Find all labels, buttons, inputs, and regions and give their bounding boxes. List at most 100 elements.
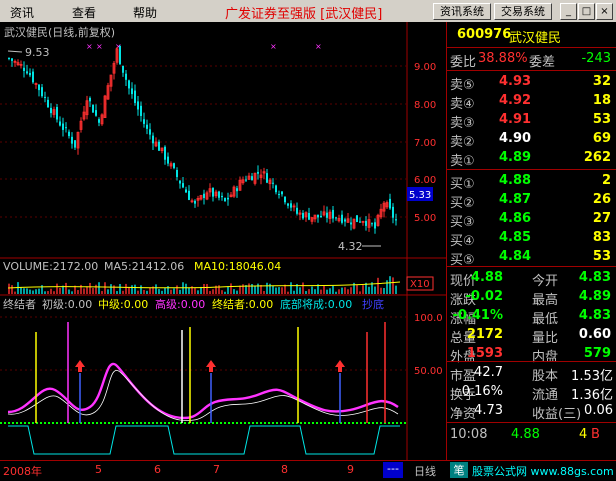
candle-body: [203, 193, 205, 198]
bid-label: 买①: [450, 177, 475, 192]
ask-volume: 69: [592, 131, 611, 146]
candle-body: [212, 188, 214, 197]
stat-value: 4.73: [474, 403, 503, 418]
candle-body: [344, 219, 346, 222]
candle-body: [308, 213, 310, 220]
tab-daily[interactable]: 日线: [414, 463, 436, 479]
indicator-level1: 初级:0.00: [42, 297, 92, 311]
svg-text:×: ×: [86, 42, 93, 51]
candle-body: [119, 45, 121, 65]
stock-code: 600976: [457, 27, 512, 42]
bid-row: 买① 4.88 2: [447, 172, 616, 192]
tick-time: 10:08: [450, 427, 488, 442]
ask-volume: 53: [592, 112, 611, 127]
bid-row: 买② 4.87 26: [447, 191, 616, 211]
high-price-label: 9.53: [25, 46, 50, 59]
menu-info[interactable]: 资讯: [10, 4, 34, 21]
wecha-label: 委差: [529, 55, 556, 70]
stat-value: 0.60: [578, 327, 611, 342]
candle-body: [284, 196, 286, 203]
bid-volume: 53: [592, 249, 611, 264]
kline-chart[interactable]: 武汉健民(日线,前复权) 9.53 4.32 × × × × × 9.00 8.00 …: [0, 22, 446, 462]
app-title: 广发证券至强版 [武汉健民]: [225, 7, 383, 22]
indicator-level3: 高级:0.00: [155, 297, 205, 311]
bid-price: 4.88: [499, 173, 532, 188]
stat-label: 最低: [532, 312, 559, 327]
stat-row: 涨幅 -0.41% 最低 4.83: [447, 307, 616, 327]
candle-body: [221, 195, 223, 198]
candle-body: [149, 129, 151, 135]
candle-body: [128, 80, 130, 89]
stat-row: 净资 4.73 收益(三) 0.06: [447, 402, 616, 422]
candle-body: [218, 191, 220, 198]
stat-row: 市盈 42.7 股本 1.53亿: [447, 364, 616, 384]
buy-arrow-stem: [78, 367, 82, 372]
tab-pen[interactable]: 笔: [450, 462, 468, 478]
info-system-button[interactable]: 资讯系统: [433, 3, 491, 20]
candle-body: [137, 101, 139, 110]
candle-body: [32, 71, 34, 83]
stock-name: 武汉健民: [509, 31, 562, 46]
tick-direction: B: [591, 427, 600, 442]
webi-value: 38.88%: [478, 51, 528, 66]
bid-price: 4.84: [499, 249, 532, 264]
ask-row: 卖⑤ 4.93 32: [447, 73, 616, 93]
candle-body: [62, 123, 64, 130]
candle-body: [341, 214, 343, 223]
date-7: 7: [213, 463, 220, 476]
price-tick-7: 7.00: [414, 138, 436, 149]
candle-body: [38, 84, 40, 91]
candle-body: [188, 190, 190, 200]
trade-system-button[interactable]: 交易系统: [494, 3, 552, 20]
candle-body: [152, 135, 154, 144]
candle-body: [266, 173, 268, 183]
price-tick-9: 9.00: [414, 62, 436, 73]
ask-row: 卖④ 4.92 18: [447, 92, 616, 112]
stat-value: 4.88: [470, 270, 503, 285]
candle-body: [335, 217, 337, 219]
indicator-level4: 终结者:0.00: [212, 297, 273, 311]
candle-body: [146, 124, 148, 129]
volume-ma10: MA10:18046.04: [194, 260, 281, 273]
bid-price: 4.85: [499, 230, 532, 245]
candle-body: [371, 223, 373, 225]
stat-label: 净资: [450, 407, 477, 422]
stat-row: 总量 2172 量比 0.60: [447, 326, 616, 346]
bid-row: 买③ 4.86 27: [447, 210, 616, 230]
ask-label: 卖④: [450, 97, 475, 112]
candle-body: [44, 96, 46, 98]
restore-icon[interactable]: □: [578, 3, 595, 20]
candle-body: [392, 206, 394, 218]
candle-body: [224, 197, 226, 202]
wecha-value: -243: [581, 51, 611, 66]
candle-body: [389, 198, 391, 209]
candle-body: [332, 209, 334, 219]
stat-value: 1.53亿: [571, 369, 613, 384]
candle-body: [185, 189, 187, 193]
candle-body: [272, 182, 274, 184]
ask-label: 卖⑤: [450, 78, 475, 93]
menu-help[interactable]: 帮助: [133, 4, 157, 21]
ask-volume: 18: [592, 93, 611, 108]
candle-body: [326, 212, 328, 218]
stat-value: 4.89: [578, 289, 611, 304]
candle-body: [296, 207, 298, 214]
scroll-handle[interactable]: ---: [383, 462, 403, 478]
menu-view[interactable]: 查看: [72, 4, 96, 21]
date-year: 2008年: [3, 465, 42, 478]
candle-body: [143, 119, 145, 124]
ask-price: 4.90: [499, 131, 532, 146]
indicator-level5: 底部将成:0.00: [280, 297, 352, 311]
date-8: 8: [281, 463, 288, 476]
minimize-icon[interactable]: _: [560, 3, 577, 20]
buy-arrow-stem: [338, 367, 342, 372]
ask-price: 4.89: [499, 150, 532, 165]
svg-text:×: ×: [270, 42, 277, 51]
svg-text:×: ×: [315, 42, 322, 51]
stat-label: 今开: [532, 274, 559, 289]
close-icon[interactable]: ×: [596, 3, 613, 20]
candle-body: [365, 220, 367, 226]
candle-body: [278, 194, 280, 196]
candle-body: [164, 146, 166, 160]
candle-body: [134, 90, 136, 103]
